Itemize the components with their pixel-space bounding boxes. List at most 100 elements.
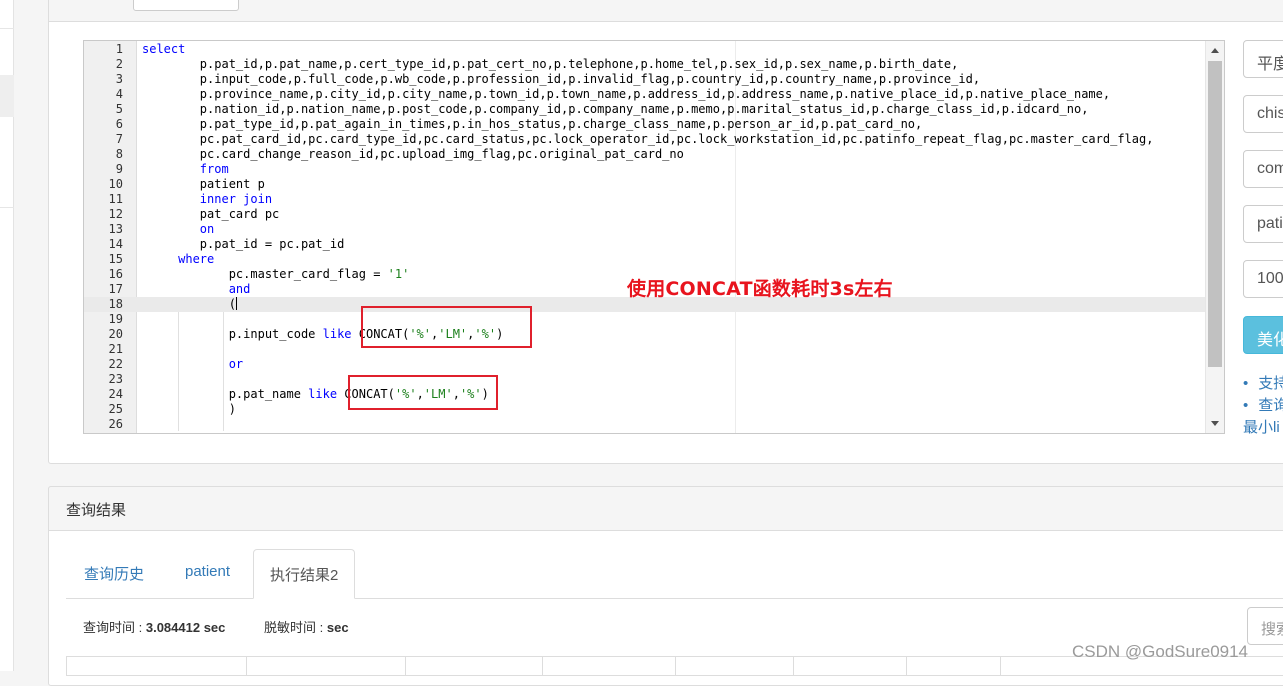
code-line[interactable]: 3 p.input_code,p.full_code,p.wb_code,p.p… [84,72,1206,87]
code-line[interactable]: 21 [84,342,1206,357]
toolbar-button[interactable] [133,0,239,11]
line-text: select [142,42,185,57]
code-line[interactable]: 5 p.nation_id,p.nation_name,p.post_code,… [84,102,1206,117]
database-select[interactable]: chis [1243,95,1283,133]
beautify-button[interactable]: 美化 [1243,316,1283,354]
line-text: or [142,357,243,372]
tab-query-history[interactable]: 查询历史 [84,549,144,599]
code-line[interactable]: 10 patient p [84,177,1206,192]
sql-code-editor[interactable]: 1 select 2 p.pat_id,p.pat_name,p.cert_type… [83,40,1225,434]
sql-text: pc.master_card_flag = [142,267,388,281]
line-text: p.pat_id,p.pat_name,p.cert_type_id,p.pat… [142,57,959,72]
line-number: 19 [108,312,123,326]
limit-input[interactable]: 100 [1243,260,1283,298]
code-line[interactable]: 22 or [84,357,1206,372]
sql-text: p.pat_id,p.pat_name,p.cert_type_id,p.pat… [142,57,959,71]
table-select[interactable]: pati [1243,205,1283,243]
text-cursor [235,297,237,310]
results-search-input[interactable]: 搜索 [1247,607,1283,645]
line-number: 6 [115,117,123,131]
line-number: 14 [108,237,123,251]
code-line[interactable]: 9 from [84,162,1206,177]
line-number: 23 [108,372,123,386]
code-line[interactable]: 14 p.pat_id = pc.pat_id [84,237,1206,252]
code-line[interactable]: 19 [84,312,1206,327]
sql-text: pc.card_change_reason_id,pc.upload_img_f… [142,147,684,161]
line-text: p.pat_type_id,p.pat_again_in_times,p.in_… [142,117,922,132]
line-number: 11 [108,192,123,206]
side-tip-item: • 查询 [1243,397,1283,414]
side-tip-item: • 支持 [1243,375,1283,392]
query-results-title: 查询结果 [66,502,127,519]
sql-keyword: from [199,162,229,176]
line-number: 24 [108,387,123,401]
code-line[interactable]: 23 [84,372,1206,387]
line-number: 17 [108,282,123,296]
rail-selected-item[interactable] [0,75,14,117]
scroll-down-arrow-icon[interactable] [1211,421,1219,426]
table-column-divider [405,656,406,676]
code-line[interactable]: 25 ) [84,402,1206,417]
schema-select[interactable]: com [1243,150,1283,188]
line-number: 4 [115,87,123,101]
table-column-divider [793,656,794,676]
line-text: pc.master_card_flag = '1' [142,267,410,282]
sql-keyword: select [142,42,186,56]
line-number: 2 [115,57,123,71]
line-text: p.nation_id,p.nation_name,p.post_code,p.… [142,102,1089,117]
code-line[interactable]: 6 p.pat_type_id,p.pat_again_in_times,p.i… [84,117,1206,132]
tab-execution-result-2[interactable]: 执行结果2 [253,549,356,599]
line-text: inner join [142,192,272,207]
scrollbar-thumb[interactable] [1208,61,1222,367]
csdn-watermark: CSDN @GodSure0914 [1072,642,1249,661]
code-line[interactable]: 8 pc.card_change_reason_id,pc.upload_img… [84,147,1206,162]
line-number: 25 [108,402,123,416]
line-text: p.province_name,p.city_id,p.city_name,p.… [142,87,1110,102]
line-text: on [142,222,214,237]
editor-vertical-scrollbar[interactable] [1205,41,1224,433]
table-column-divider [906,656,907,676]
line-text: patient p [142,177,265,192]
sql-keyword: inner join [199,192,273,206]
highlight-box-pat-name-concat [348,375,498,410]
line-number: 5 [115,102,123,116]
sql-string: '1' [387,267,410,281]
desensitize-time: 脱敏时间 : sec [264,620,349,635]
sql-text: p.nation_id,p.nation_name,p.post_code,p.… [142,102,1089,116]
sql-text: ) [142,402,236,416]
line-number: 21 [108,342,123,356]
line-text: ) [142,402,236,417]
code-line[interactable]: 15 where [84,252,1206,267]
code-line[interactable]: 2 p.pat_id,p.pat_name,p.cert_type_id,p.p… [84,57,1206,72]
sql-text: pc.pat_card_id,pc.card_type_id,pc.card_s… [142,132,1154,146]
line-number: 12 [108,207,123,221]
code-line[interactable]: 1 select [84,42,1206,57]
sql-text: p.input_code,p.full_code,p.wb_code,p.pro… [142,72,981,86]
sql-text: p.pat_type_id,p.pat_again_in_times,p.in_… [142,117,923,131]
code-line[interactable]: 13 on [84,222,1206,237]
code-line[interactable]: 24 p.pat_name like CONCAT('%','LM','%') [84,387,1206,402]
sql-text: p.pat_id = pc.pat_id [142,237,345,251]
line-number: 22 [108,357,123,371]
tab-patient[interactable]: patient [185,549,230,599]
datasource-select[interactable]: 平度 [1243,40,1283,78]
code-line[interactable]: 20 p.input_code like CONCAT('%','LM','%'… [84,327,1206,342]
code-line[interactable]: 7 pc.pat_card_id,pc.card_type_id,pc.card… [84,132,1206,147]
code-line[interactable]: 26 [84,417,1206,432]
sql-text: p.pat_name [142,387,309,401]
code-line[interactable]: 11 inner join [84,192,1206,207]
code-line[interactable]: 4 p.province_name,p.city_id,p.city_name,… [84,87,1206,102]
code-line[interactable]: 12 pat_card pc [84,207,1206,222]
sql-keyword: or [228,357,244,371]
line-number: 15 [108,252,123,266]
timing-annotation: 使用CONCAT函数耗时3s左右 [627,278,893,300]
line-text: pat_card pc [142,207,279,222]
table-column-divider [542,656,543,676]
line-number: 3 [115,72,123,86]
scroll-up-arrow-icon[interactable] [1211,48,1219,53]
line-number: 8 [115,147,123,161]
